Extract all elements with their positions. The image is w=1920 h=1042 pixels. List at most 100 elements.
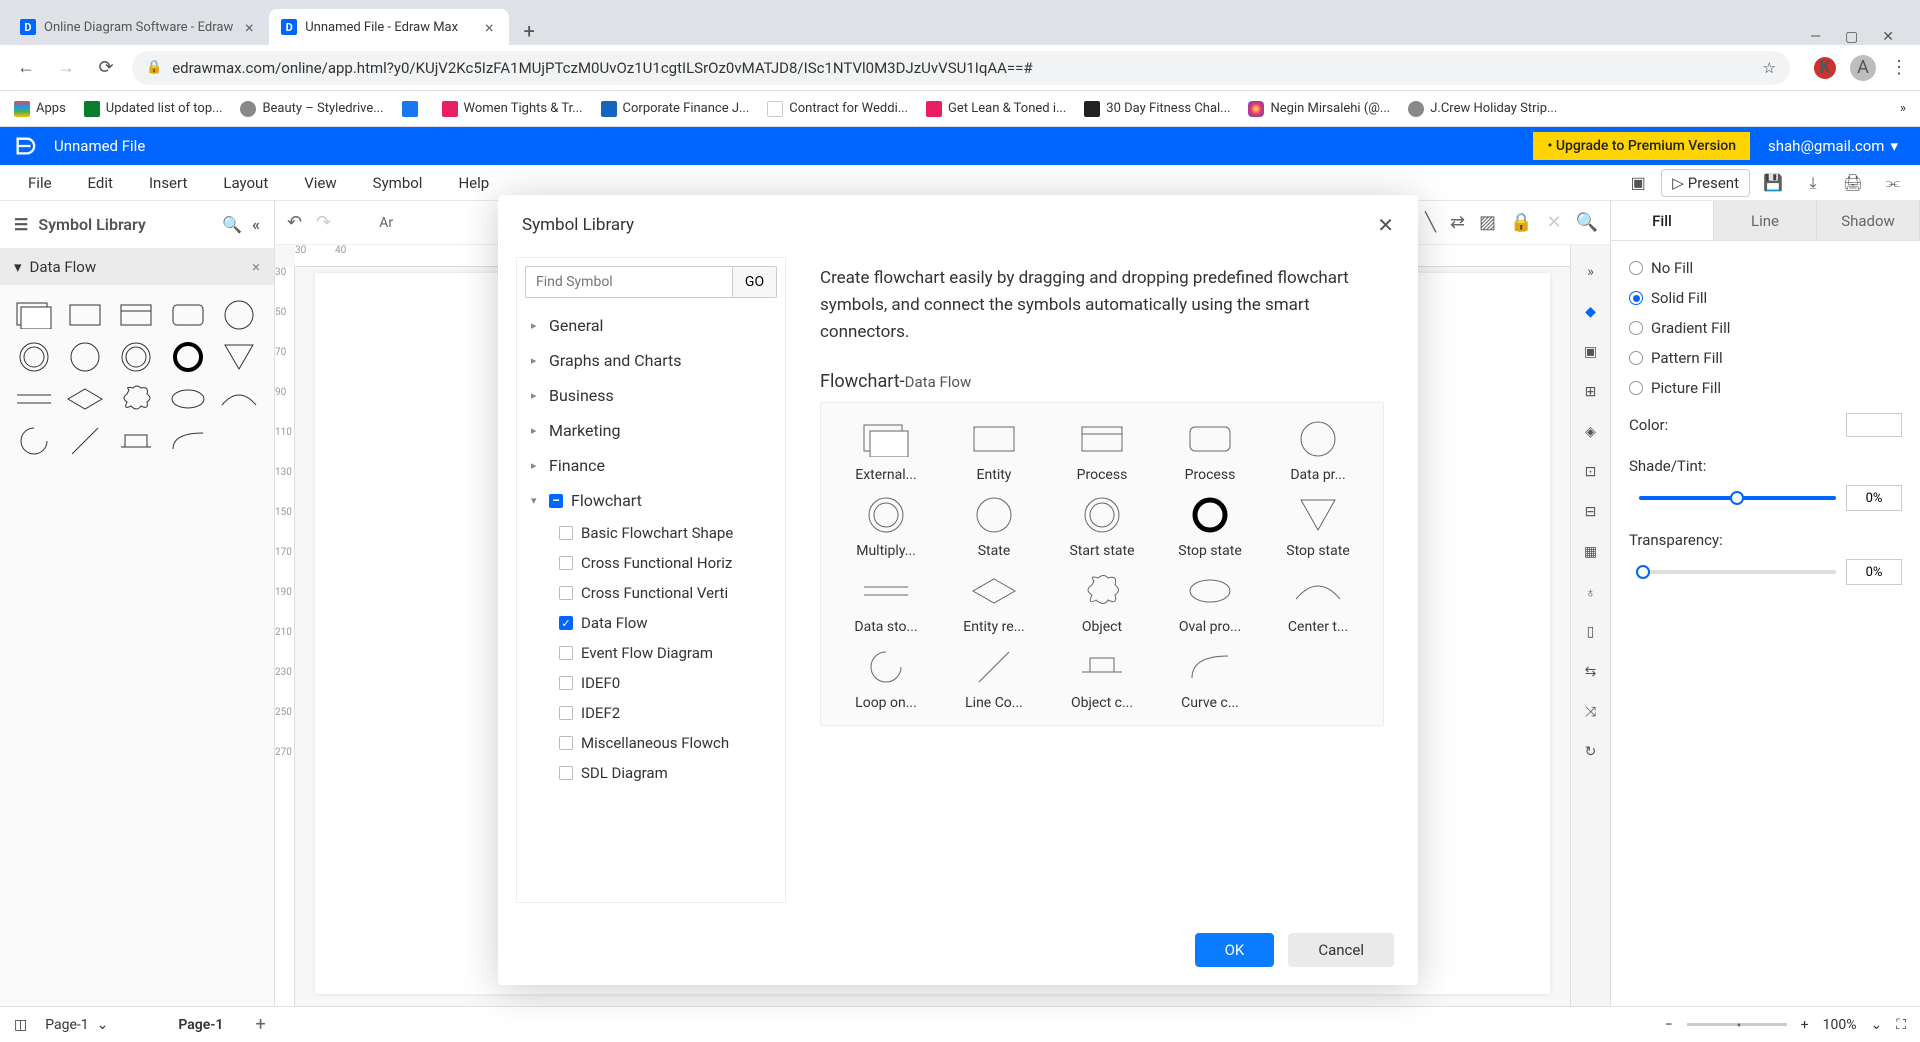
bookmark-item[interactable]: Negin Mirsalehi (@... <box>1248 101 1390 117</box>
category-flowchart[interactable]: ▾−Flowchart <box>525 483 777 518</box>
zoom-out-button[interactable]: − <box>1665 1017 1673 1033</box>
symbol-item[interactable]: Object <box>1051 569 1153 635</box>
tools-icon[interactable]: ✕ <box>1546 212 1561 233</box>
ok-button[interactable]: OK <box>1195 933 1275 967</box>
fullscreen-icon[interactable]: ⛶ <box>1896 1017 1906 1033</box>
slideshow-icon[interactable]: ▣ <box>1621 169 1655 197</box>
crop-icon[interactable]: ▨ <box>1479 212 1496 233</box>
shape-item[interactable] <box>63 339 107 375</box>
shuffle-tool-icon[interactable]: ⤨ <box>1571 695 1610 729</box>
profile-avatar[interactable]: A <box>1850 55 1876 81</box>
add-page-button[interactable]: + <box>255 1014 265 1035</box>
shape-item[interactable] <box>63 297 107 333</box>
color-swatch[interactable] <box>1846 413 1902 437</box>
shape-item[interactable] <box>166 339 210 375</box>
symbol-item[interactable]: Start state <box>1051 493 1153 559</box>
shape-item[interactable] <box>166 423 210 459</box>
upgrade-button[interactable]: • Upgrade to Premium Version <box>1533 132 1750 160</box>
close-icon[interactable]: × <box>252 258 260 276</box>
history-tool-icon[interactable]: ↻ <box>1571 735 1610 769</box>
fill-option-solid[interactable]: Solid Fill <box>1629 283 1902 313</box>
shape-item[interactable] <box>114 339 158 375</box>
shape-item[interactable] <box>217 339 261 375</box>
bookmarks-overflow[interactable]: » <box>1900 101 1906 116</box>
star-icon[interactable]: ☆ <box>1763 59 1776 77</box>
new-tab-button[interactable]: + <box>515 17 543 45</box>
arrow-style-icon[interactable]: ⇄ <box>1450 212 1465 233</box>
symbol-item[interactable]: Process <box>1159 417 1261 483</box>
shape-item[interactable] <box>114 423 158 459</box>
zoom-level[interactable]: 100% <box>1823 1017 1857 1033</box>
fill-option-nofill[interactable]: No Fill <box>1629 253 1902 283</box>
image-tool-icon[interactable]: ▦ <box>1571 535 1610 569</box>
shape-item[interactable] <box>114 381 158 417</box>
flowchart-sub-8[interactable]: SDL Diagram <box>555 758 777 788</box>
symbol-item[interactable]: Data sto... <box>835 569 937 635</box>
export-icon[interactable]: ⤓ <box>1796 169 1830 197</box>
lock-icon[interactable]: 🔒 <box>1510 212 1532 233</box>
bookmark-item[interactable]: Beauty – Styledrive... <box>240 101 383 117</box>
close-icon[interactable]: × <box>241 19 257 35</box>
shape-item[interactable] <box>217 297 261 333</box>
text-tool-icon[interactable]: ⊡ <box>1571 455 1610 489</box>
shape-item[interactable] <box>217 381 261 417</box>
page-tab[interactable]: Page-1 <box>164 1013 237 1037</box>
zoom-slider[interactable]: • <box>1687 1023 1787 1026</box>
fill-option-gradient[interactable]: Gradient Fill <box>1629 313 1902 343</box>
browser-tab-1[interactable]: D Unnamed File - Edraw Max × <box>269 9 509 45</box>
category-marketing[interactable]: ▸Marketing <box>525 413 777 448</box>
bookmark-item[interactable]: Contract for Weddi... <box>767 101 908 117</box>
fill-option-pattern[interactable]: Pattern Fill <box>1629 343 1902 373</box>
bookmark-item[interactable]: Updated list of top... <box>84 101 223 117</box>
flowchart-sub-2[interactable]: Cross Functional Verti <box>555 578 777 608</box>
shade-slider[interactable] <box>1639 496 1836 500</box>
flowchart-sub-7[interactable]: Miscellaneous Flowch <box>555 728 777 758</box>
menu-icon[interactable]: ⋮ <box>1890 57 1908 78</box>
symbol-item[interactable]: Object c... <box>1051 645 1153 711</box>
minimize-icon[interactable]: — <box>1810 29 1821 45</box>
shape-item[interactable] <box>12 339 56 375</box>
bookmark-item[interactable]: Apps <box>14 101 66 117</box>
go-button[interactable]: GO <box>733 266 777 298</box>
bookmark-item[interactable] <box>402 101 424 117</box>
url-input[interactable]: 🔒 edrawmax.com/online/app.html?y0/KUjV2K… <box>132 51 1790 85</box>
symbol-item[interactable]: Multiply... <box>835 493 937 559</box>
symbol-item[interactable]: State <box>943 493 1045 559</box>
symbol-item[interactable]: Stop state <box>1267 493 1369 559</box>
menu-symbol[interactable]: Symbol <box>355 174 441 192</box>
find-symbol-input[interactable] <box>525 266 733 298</box>
save-icon[interactable]: 💾 <box>1756 169 1790 197</box>
menu-file[interactable]: File <box>10 174 70 192</box>
close-icon[interactable]: × <box>481 19 497 35</box>
chevron-down-icon[interactable]: ⌄ <box>1870 1017 1882 1033</box>
flowchart-sub-1[interactable]: Cross Functional Horiz <box>555 548 777 578</box>
transparency-slider[interactable] <box>1639 570 1836 574</box>
link-tool-icon[interactable]: ⇆ <box>1571 655 1610 689</box>
shape-item[interactable] <box>114 297 158 333</box>
page-selector[interactable]: Page-1 ⌄ <box>45 1017 108 1033</box>
user-menu[interactable]: shah@gmail.com▾ <box>1768 137 1906 155</box>
redo-icon[interactable]: ↷ <box>316 212 331 233</box>
crop-tool-icon[interactable]: ▣ <box>1571 335 1610 369</box>
shape-item[interactable] <box>63 423 107 459</box>
tab-fill[interactable]: Fill <box>1611 201 1714 240</box>
category-business[interactable]: ▸Business <box>525 378 777 413</box>
menu-view[interactable]: View <box>286 174 354 192</box>
forward-button[interactable]: → <box>52 54 80 82</box>
back-button[interactable]: ← <box>12 54 40 82</box>
panel-icon[interactable]: ◫ <box>14 1017 27 1033</box>
menu-edit[interactable]: Edit <box>70 174 131 192</box>
layers-tool-icon[interactable]: ◈ <box>1571 415 1610 449</box>
grid-tool-icon[interactable]: ⊞ <box>1571 375 1610 409</box>
category-graphs[interactable]: ▸Graphs and Charts <box>525 343 777 378</box>
collapse-icon[interactable]: « <box>252 215 260 234</box>
symbol-item[interactable]: Entity re... <box>943 569 1045 635</box>
database-tool-icon[interactable]: ⊟ <box>1571 495 1610 529</box>
symbol-item[interactable]: Data pr... <box>1267 417 1369 483</box>
shape-item[interactable] <box>12 297 56 333</box>
flowchart-sub-4[interactable]: Event Flow Diagram <box>555 638 777 668</box>
symbol-item[interactable]: Oval pro... <box>1159 569 1261 635</box>
symbol-item[interactable]: Loop on... <box>835 645 937 711</box>
tab-shadow[interactable]: Shadow <box>1817 201 1920 240</box>
present-button[interactable]: ▷Present <box>1661 169 1750 197</box>
